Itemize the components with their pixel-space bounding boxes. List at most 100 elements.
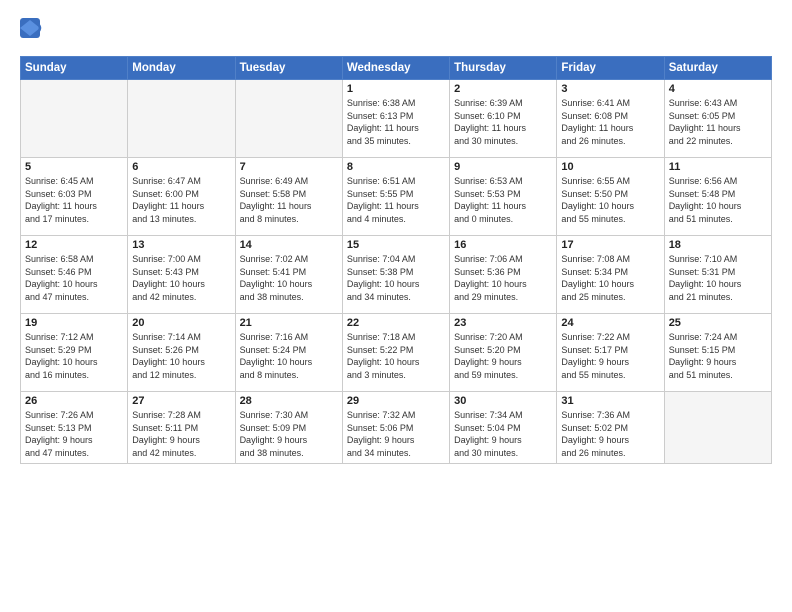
- day-info: Sunrise: 7:18 AM Sunset: 5:22 PM Dayligh…: [347, 331, 445, 381]
- day-info: Sunrise: 7:14 AM Sunset: 5:26 PM Dayligh…: [132, 331, 230, 381]
- calendar-cell: 26 Sunrise: 7:26 AM Sunset: 5:13 PM Dayli…: [21, 392, 128, 464]
- day-info: Sunrise: 7:30 AM Sunset: 5:09 PM Dayligh…: [240, 409, 338, 459]
- logo-icon: [20, 18, 42, 46]
- calendar-cell: 13 Sunrise: 7:00 AM Sunset: 5:43 PM Dayli…: [128, 236, 235, 314]
- calendar-cell: 5 Sunrise: 6:45 AM Sunset: 6:03 PM Daylig…: [21, 158, 128, 236]
- week-row-4: 19 Sunrise: 7:12 AM Sunset: 5:29 PM Dayli…: [21, 314, 772, 392]
- day-number: 5: [25, 161, 123, 173]
- day-info: Sunrise: 6:45 AM Sunset: 6:03 PM Dayligh…: [25, 175, 123, 225]
- day-number: 9: [454, 161, 552, 173]
- calendar-cell: [128, 80, 235, 158]
- weekday-header-row: SundayMondayTuesdayWednesdayThursdayFrid…: [21, 57, 772, 80]
- day-number: 19: [25, 317, 123, 329]
- day-info: Sunrise: 6:51 AM Sunset: 5:55 PM Dayligh…: [347, 175, 445, 225]
- calendar-cell: 3 Sunrise: 6:41 AM Sunset: 6:08 PM Daylig…: [557, 80, 664, 158]
- day-number: 25: [669, 317, 767, 329]
- week-row-2: 5 Sunrise: 6:45 AM Sunset: 6:03 PM Daylig…: [21, 158, 772, 236]
- calendar-cell: 7 Sunrise: 6:49 AM Sunset: 5:58 PM Daylig…: [235, 158, 342, 236]
- day-number: 11: [669, 161, 767, 173]
- day-info: Sunrise: 7:26 AM Sunset: 5:13 PM Dayligh…: [25, 409, 123, 459]
- weekday-header-thursday: Thursday: [450, 57, 557, 80]
- day-number: 28: [240, 395, 338, 407]
- day-number: 6: [132, 161, 230, 173]
- day-info: Sunrise: 7:28 AM Sunset: 5:11 PM Dayligh…: [132, 409, 230, 459]
- calendar-cell: 12Sunrise: 6:58 AM Sunset: 5:46 PM Dayli…: [21, 236, 128, 314]
- calendar-cell: 17Sunrise: 7:08 AM Sunset: 5:34 PM Dayli…: [557, 236, 664, 314]
- day-info: Sunrise: 6:39 AM Sunset: 6:10 PM Dayligh…: [454, 97, 552, 147]
- day-number: 23: [454, 317, 552, 329]
- calendar-cell: 11 Sunrise: 6:56 AM Sunset: 5:48 PM Dayli…: [664, 158, 771, 236]
- day-number: 4: [669, 83, 767, 95]
- calendar-cell: 27 Sunrise: 7:28 AM Sunset: 5:11 PM Dayli…: [128, 392, 235, 464]
- day-info: Sunrise: 7:04 AM Sunset: 5:38 PM Dayligh…: [347, 253, 445, 303]
- day-info: Sunrise: 6:38 AM Sunset: 6:13 PM Dayligh…: [347, 97, 445, 147]
- day-number: 26: [25, 395, 123, 407]
- calendar-cell: 15 Sunrise: 7:04 AM Sunset: 5:38 PM Dayli…: [342, 236, 449, 314]
- week-row-3: 12Sunrise: 6:58 AM Sunset: 5:46 PM Dayli…: [21, 236, 772, 314]
- week-row-1: 1 Sunrise: 6:38 AM Sunset: 6:13 PM Daylig…: [21, 80, 772, 158]
- calendar-cell: 23 Sunrise: 7:20 AM Sunset: 5:20 PM Dayli…: [450, 314, 557, 392]
- calendar-cell: [664, 392, 771, 464]
- day-number: 3: [561, 83, 659, 95]
- calendar-cell: 14 Sunrise: 7:02 AM Sunset: 5:41 PM Dayli…: [235, 236, 342, 314]
- calendar-cell: 30Sunrise: 7:34 AM Sunset: 5:04 PM Dayli…: [450, 392, 557, 464]
- calendar-cell: 24Sunrise: 7:22 AM Sunset: 5:17 PM Dayli…: [557, 314, 664, 392]
- day-info: Sunrise: 6:55 AM Sunset: 5:50 PM Dayligh…: [561, 175, 659, 225]
- day-number: 31: [561, 395, 659, 407]
- week-row-5: 26 Sunrise: 7:26 AM Sunset: 5:13 PM Dayli…: [21, 392, 772, 464]
- day-info: Sunrise: 7:24 AM Sunset: 5:15 PM Dayligh…: [669, 331, 767, 381]
- day-info: Sunrise: 7:00 AM Sunset: 5:43 PM Dayligh…: [132, 253, 230, 303]
- day-number: 30: [454, 395, 552, 407]
- day-info: Sunrise: 7:20 AM Sunset: 5:20 PM Dayligh…: [454, 331, 552, 381]
- day-number: 29: [347, 395, 445, 407]
- day-number: 24: [561, 317, 659, 329]
- calendar-cell: [21, 80, 128, 158]
- calendar-cell: 8 Sunrise: 6:51 AM Sunset: 5:55 PM Daylig…: [342, 158, 449, 236]
- day-number: 14: [240, 239, 338, 251]
- day-number: 21: [240, 317, 338, 329]
- day-info: Sunrise: 7:36 AM Sunset: 5:02 PM Dayligh…: [561, 409, 659, 459]
- day-number: 20: [132, 317, 230, 329]
- day-info: Sunrise: 7:16 AM Sunset: 5:24 PM Dayligh…: [240, 331, 338, 381]
- day-info: Sunrise: 6:53 AM Sunset: 5:53 PM Dayligh…: [454, 175, 552, 225]
- day-number: 15: [347, 239, 445, 251]
- day-number: 22: [347, 317, 445, 329]
- header: [20, 18, 772, 46]
- day-info: Sunrise: 7:10 AM Sunset: 5:31 PM Dayligh…: [669, 253, 767, 303]
- calendar: SundayMondayTuesdayWednesdayThursdayFrid…: [20, 56, 772, 464]
- day-number: 1: [347, 83, 445, 95]
- day-info: Sunrise: 7:12 AM Sunset: 5:29 PM Dayligh…: [25, 331, 123, 381]
- calendar-cell: 10Sunrise: 6:55 AM Sunset: 5:50 PM Dayli…: [557, 158, 664, 236]
- calendar-cell: 18 Sunrise: 7:10 AM Sunset: 5:31 PM Dayli…: [664, 236, 771, 314]
- weekday-header-wednesday: Wednesday: [342, 57, 449, 80]
- calendar-cell: 29Sunrise: 7:32 AM Sunset: 5:06 PM Dayli…: [342, 392, 449, 464]
- day-number: 27: [132, 395, 230, 407]
- day-number: 17: [561, 239, 659, 251]
- calendar-cell: 16 Sunrise: 7:06 AM Sunset: 5:36 PM Dayli…: [450, 236, 557, 314]
- day-info: Sunrise: 6:56 AM Sunset: 5:48 PM Dayligh…: [669, 175, 767, 225]
- calendar-cell: 9 Sunrise: 6:53 AM Sunset: 5:53 PM Daylig…: [450, 158, 557, 236]
- day-info: Sunrise: 7:02 AM Sunset: 5:41 PM Dayligh…: [240, 253, 338, 303]
- calendar-cell: 28 Sunrise: 7:30 AM Sunset: 5:09 PM Dayli…: [235, 392, 342, 464]
- calendar-cell: 6 Sunrise: 6:47 AM Sunset: 6:00 PM Daylig…: [128, 158, 235, 236]
- calendar-cell: 22 Sunrise: 7:18 AM Sunset: 5:22 PM Dayli…: [342, 314, 449, 392]
- day-number: 7: [240, 161, 338, 173]
- calendar-cell: 20 Sunrise: 7:14 AM Sunset: 5:26 PM Dayli…: [128, 314, 235, 392]
- day-info: Sunrise: 6:47 AM Sunset: 6:00 PM Dayligh…: [132, 175, 230, 225]
- calendar-cell: 2 Sunrise: 6:39 AM Sunset: 6:10 PM Daylig…: [450, 80, 557, 158]
- day-info: Sunrise: 6:41 AM Sunset: 6:08 PM Dayligh…: [561, 97, 659, 147]
- day-number: 12: [25, 239, 123, 251]
- weekday-header-friday: Friday: [557, 57, 664, 80]
- day-number: 2: [454, 83, 552, 95]
- weekday-header-tuesday: Tuesday: [235, 57, 342, 80]
- day-number: 16: [454, 239, 552, 251]
- calendar-cell: [235, 80, 342, 158]
- logo: [20, 18, 46, 46]
- day-number: 8: [347, 161, 445, 173]
- day-info: Sunrise: 7:06 AM Sunset: 5:36 PM Dayligh…: [454, 253, 552, 303]
- calendar-cell: 19 Sunrise: 7:12 AM Sunset: 5:29 PM Dayli…: [21, 314, 128, 392]
- day-number: 13: [132, 239, 230, 251]
- day-info: Sunrise: 6:49 AM Sunset: 5:58 PM Dayligh…: [240, 175, 338, 225]
- day-number: 18: [669, 239, 767, 251]
- calendar-cell: 21 Sunrise: 7:16 AM Sunset: 5:24 PM Dayli…: [235, 314, 342, 392]
